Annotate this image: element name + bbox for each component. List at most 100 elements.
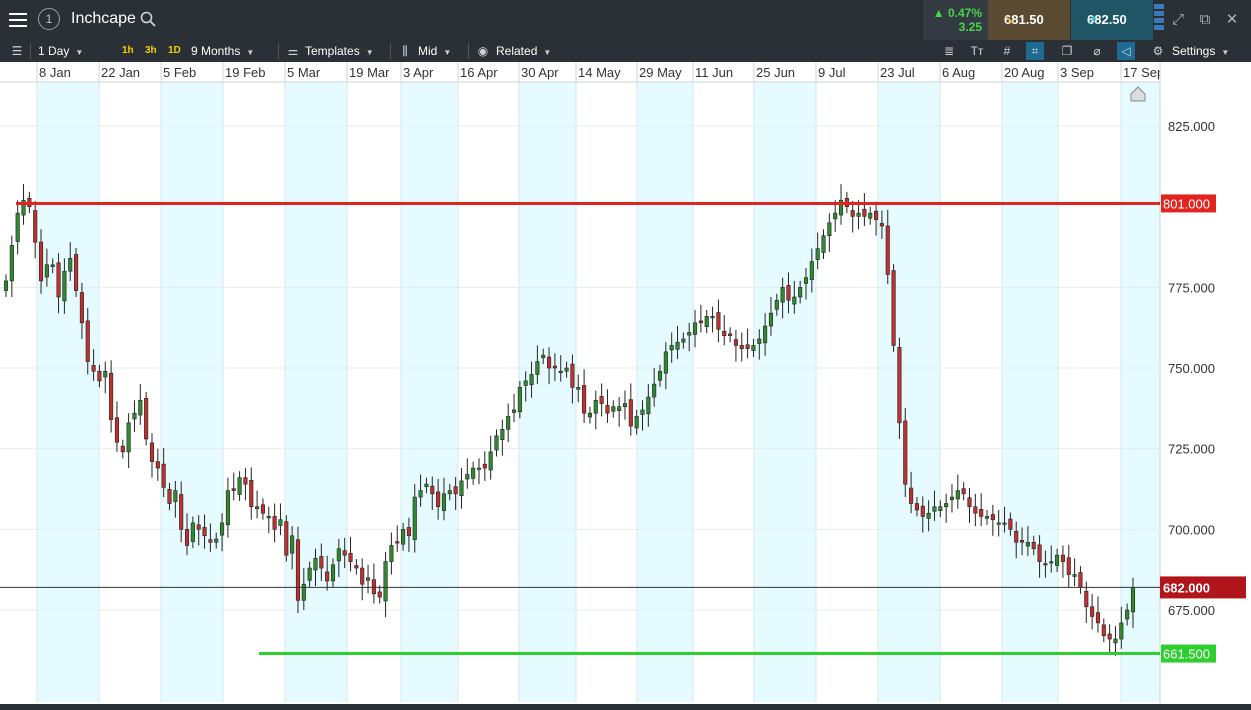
candle-down xyxy=(453,486,458,495)
candle-down xyxy=(909,487,914,504)
related-select[interactable]: Related xyxy=(496,40,551,62)
candle-down xyxy=(38,241,44,282)
interval-select[interactable]: 1 Day xyxy=(38,40,83,62)
tag-icon[interactable]: ◁ xyxy=(1117,42,1135,60)
settings-label: Settings xyxy=(1172,44,1216,58)
text-tool-icon[interactable]: Tт xyxy=(968,42,986,60)
candle-up xyxy=(50,264,55,267)
price-change: ▲ 0.47% 3.25 xyxy=(924,0,988,40)
sell-button[interactable]: 681.50 ➘ xyxy=(988,0,1070,40)
candle-down xyxy=(325,571,330,582)
indicators-icon[interactable]: ≣ xyxy=(940,42,958,60)
candle-up xyxy=(1049,561,1054,564)
candle-up xyxy=(424,483,429,488)
x-tick-label: 8 Jan xyxy=(39,65,71,80)
candle-down xyxy=(354,565,359,569)
candle-down xyxy=(1095,612,1101,624)
x-tick-label: 29 May xyxy=(639,65,682,80)
candle-up xyxy=(418,490,423,498)
quick-1d[interactable]: 1D xyxy=(168,44,181,58)
grid-icon[interactable]: # xyxy=(998,42,1016,60)
info-icon-label: 1 xyxy=(45,12,53,26)
candle-up xyxy=(132,412,137,420)
candle-down xyxy=(628,399,633,427)
buy-button[interactable]: 682.50 ➚ xyxy=(1071,0,1153,40)
info-icon[interactable]: 1 xyxy=(38,8,60,30)
candle-up xyxy=(926,512,931,519)
candle-down xyxy=(547,356,552,369)
candle-up xyxy=(506,416,511,430)
crosshair-icon[interactable]: ⌗ xyxy=(1026,42,1044,60)
candle-down xyxy=(144,398,149,440)
instrument-name[interactable]: Inchcape xyxy=(71,10,136,28)
candle-up xyxy=(640,409,645,415)
candle-up xyxy=(564,367,569,372)
candle-up xyxy=(996,522,1001,525)
settings-button[interactable]: Settings xyxy=(1172,40,1229,62)
change-percent-value: 0.47% xyxy=(947,6,982,20)
candle-up xyxy=(500,429,505,440)
candle-up xyxy=(62,270,67,302)
quick-1h[interactable]: 1h xyxy=(122,44,134,58)
candle-down xyxy=(377,591,382,598)
candle-up xyxy=(611,406,616,412)
candle-down xyxy=(56,262,61,298)
candle-up xyxy=(1125,609,1130,620)
candle-down xyxy=(85,320,90,362)
chart-toolbar: ☰ 1 Day 1h 3h 1D 9 Months ⚌ Templates ⫼ … xyxy=(0,40,1251,62)
candle-up xyxy=(646,396,651,415)
x-tick-label: 20 Aug xyxy=(1004,65,1045,80)
candle-down xyxy=(698,320,703,324)
menu-icon[interactable] xyxy=(0,0,36,40)
candle-down xyxy=(33,210,38,243)
templates-select[interactable]: Templates xyxy=(305,40,374,62)
candle-down xyxy=(1107,633,1112,640)
quick-3h[interactable]: 3h xyxy=(145,44,157,58)
layers-icon[interactable]: ❐ xyxy=(1058,42,1076,60)
close-icon[interactable]: ✕ xyxy=(1222,10,1242,30)
price-type-select[interactable]: Mid xyxy=(418,40,451,62)
candle-up xyxy=(1130,587,1136,613)
candle-up xyxy=(704,316,709,327)
candle-up xyxy=(944,503,949,508)
bottom-bar xyxy=(0,704,1251,710)
popout-icon[interactable]: ⧉ xyxy=(1195,10,1215,30)
search-icon[interactable] xyxy=(140,11,156,27)
y-tick-label: 750.000 xyxy=(1168,361,1215,376)
candle-up xyxy=(558,370,563,374)
candle-up xyxy=(1072,574,1077,577)
x-tick-label: 25 Jun xyxy=(756,65,795,80)
candle-up xyxy=(307,567,312,581)
expand-icon[interactable]: ⤢ xyxy=(1168,10,1188,30)
candle-up xyxy=(710,316,715,319)
candle-up xyxy=(313,558,318,571)
period-select[interactable]: 9 Months xyxy=(191,40,254,62)
candle-up xyxy=(9,245,14,282)
date-band xyxy=(161,82,223,702)
settings-icon[interactable]: ⚙ xyxy=(1149,42,1167,60)
date-band xyxy=(1002,82,1058,702)
candle-up xyxy=(751,345,756,351)
candle-up xyxy=(587,412,592,418)
candle-up xyxy=(494,435,499,451)
candle-up xyxy=(1119,622,1124,640)
candle-up xyxy=(523,380,528,386)
candle-up xyxy=(488,451,493,471)
candle-down xyxy=(243,477,248,485)
candle-down xyxy=(155,461,160,469)
candle-down xyxy=(295,539,301,601)
candle-down xyxy=(202,527,207,537)
candle-down xyxy=(360,567,365,585)
price-chart[interactable]: 8 Jan 22 Jan 5 Feb 19 Feb 5 Mar 19 Mar 3 Apr 16… xyxy=(0,62,1251,710)
x-tick-label: 17 Sep xyxy=(1123,65,1164,80)
y-tick-label: 775.000 xyxy=(1168,280,1215,295)
candle-up xyxy=(821,235,826,253)
date-band xyxy=(878,82,940,702)
draw-tool-icon[interactable]: ⌀ xyxy=(1088,42,1106,60)
depth-icon[interactable] xyxy=(1154,4,1164,36)
y-tick-label: 725.000 xyxy=(1168,442,1215,457)
x-tick-label: 3 Sep xyxy=(1060,65,1094,80)
candle-down xyxy=(120,445,125,453)
chart-list-icon[interactable]: ☰ xyxy=(8,42,26,60)
candle-down xyxy=(272,516,277,530)
